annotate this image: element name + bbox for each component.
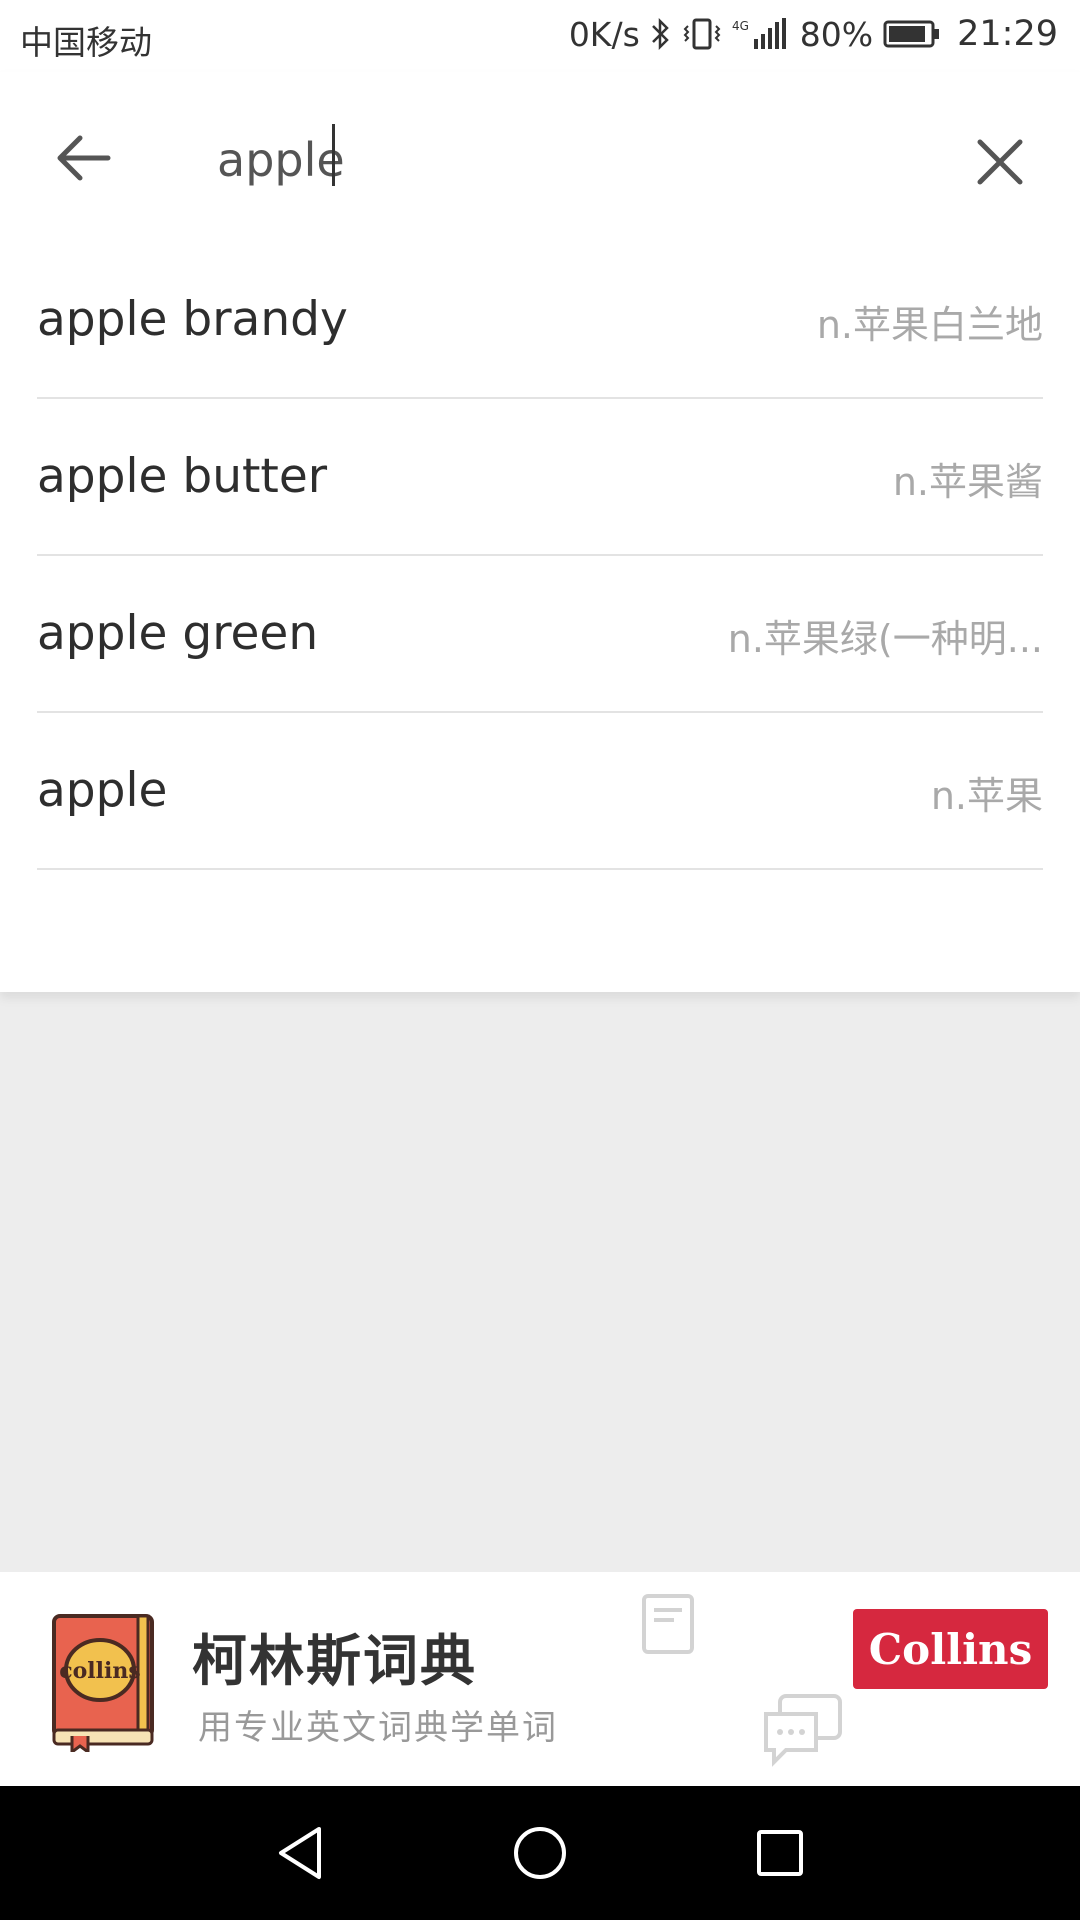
suggestion-definition: n.苹果	[930, 774, 1043, 818]
search-panel: apple brandy n.苹果白兰地 apple butter n.苹果酱 …	[0, 72, 1080, 992]
nav-back-button[interactable]	[265, 1818, 335, 1888]
suggestion-definition: n.苹果白兰地	[816, 303, 1043, 347]
collins-book-icon: collins	[52, 1614, 154, 1752]
nav-back-icon	[279, 1827, 321, 1879]
chat-icon	[764, 1694, 842, 1767]
suggestion-definition: n.苹果绿(一种明...	[727, 617, 1043, 661]
nav-home-icon	[514, 1827, 566, 1879]
bluetooth-icon	[650, 17, 672, 51]
suggestion-word: apple butter	[37, 449, 328, 504]
back-button[interactable]	[48, 122, 120, 194]
suggestion-item-apple[interactable]: apple n.苹果	[37, 713, 1043, 870]
suggestion-item-apple-butter[interactable]: apple butter n.苹果酱	[37, 399, 1043, 556]
suggestion-word: apple brandy	[37, 292, 348, 347]
banner-title: 柯林斯词典	[192, 1629, 478, 1693]
suggestion-item-apple-brandy[interactable]: apple brandy n.苹果白兰地	[37, 242, 1043, 399]
vibrate-icon	[682, 17, 722, 51]
arrow-left-icon	[57, 135, 111, 181]
nav-home-button[interactable]	[505, 1818, 575, 1888]
carrier-name: 中国移动	[20, 23, 152, 62]
network-type-label: 4G	[732, 19, 749, 33]
suggestion-word: apple green	[37, 606, 319, 661]
nav-recents-icon	[757, 1830, 803, 1876]
battery-icon	[883, 19, 941, 49]
suggestion-definition: n.苹果酱	[892, 460, 1043, 504]
logo-text: collins	[59, 1658, 141, 1684]
text-caret	[332, 124, 335, 186]
suggestion-list: apple brandy n.苹果白兰地 apple butter n.苹果酱 …	[37, 242, 1043, 870]
search-input[interactable]	[215, 124, 919, 196]
clock: 21:29	[957, 14, 1058, 54]
collins-button[interactable]: Collins	[853, 1609, 1048, 1689]
suggestion-word: apple	[37, 763, 168, 818]
nav-recents-button[interactable]	[745, 1818, 815, 1888]
navigation-bar	[0, 1786, 1080, 1920]
document-icon	[642, 1594, 694, 1654]
collins-ad-banner[interactable]: collins 柯林斯词典 用专业英文词典学单词 Collins	[0, 1572, 1080, 1786]
signal-4g-icon: 4G	[732, 17, 788, 51]
suggestion-item-apple-green[interactable]: apple green n.苹果绿(一种明...	[37, 556, 1043, 713]
status-bar: 中国移动 0K/s 4G 80% 21:29	[0, 0, 1080, 72]
status-indicators: 0K/s 4G 80% 21:29	[569, 14, 1058, 54]
network-speed: 0K/s	[568, 14, 640, 54]
close-icon	[977, 139, 1023, 185]
clear-search-button[interactable]	[960, 122, 1040, 202]
banner-subtitle: 用专业英文词典学单词	[198, 1708, 558, 1748]
battery-percent: 80%	[799, 14, 874, 54]
search-bar	[0, 72, 1080, 242]
